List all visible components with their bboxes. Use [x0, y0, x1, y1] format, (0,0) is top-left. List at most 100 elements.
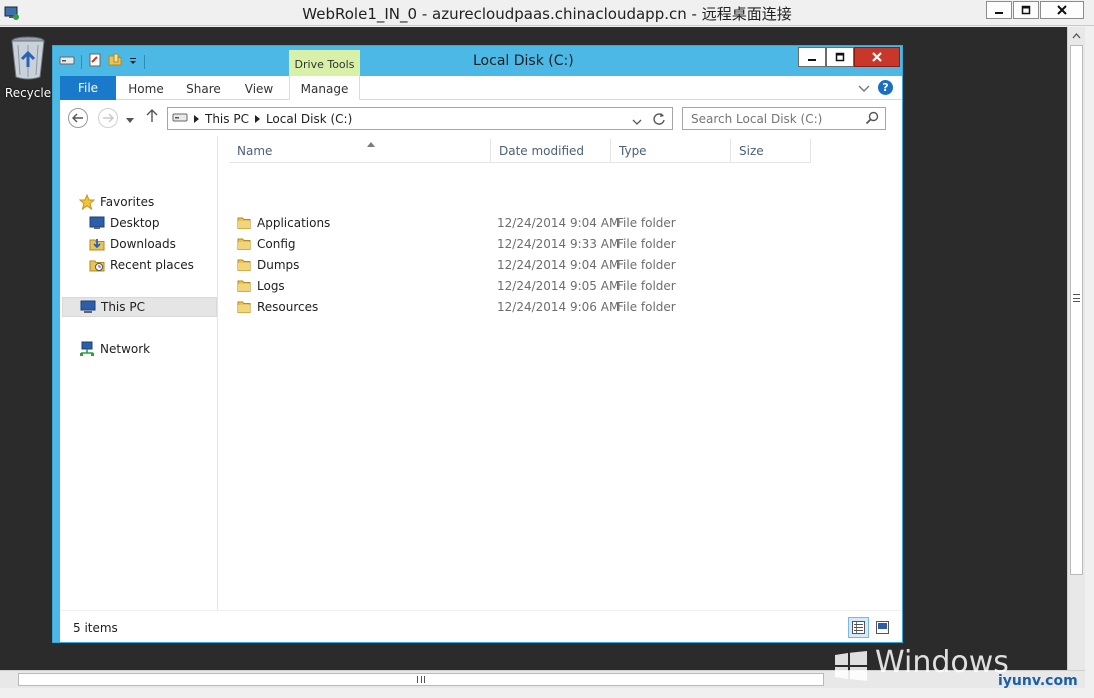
- nav-this-pc-label: This PC: [101, 300, 145, 314]
- breadcrumb-local-disk[interactable]: Local Disk (C:): [266, 112, 352, 126]
- nav-downloads-label: Downloads: [110, 237, 176, 251]
- explorer-titlebar[interactable]: Drive Tools Local Disk (C:): [53, 46, 902, 76]
- tab-share[interactable]: Share: [176, 76, 231, 100]
- rdp-minimize-button[interactable]: [986, 1, 1012, 19]
- nav-desktop[interactable]: Desktop: [88, 213, 160, 233]
- scroll-up-arrow-icon[interactable]: [1069, 29, 1084, 43]
- recycle-bin-icon: [11, 36, 45, 80]
- item-count: 5 items: [73, 621, 118, 635]
- customize-toolbar-icon[interactable]: [128, 55, 138, 69]
- file-name: Resources: [257, 300, 319, 314]
- windows-watermark-text: Windows: [875, 645, 1009, 680]
- nav-network[interactable]: Network: [78, 339, 150, 359]
- tab-manage[interactable]: Manage: [289, 76, 360, 100]
- nav-network-label: Network: [100, 342, 151, 356]
- rdp-window-title: WebRole1_IN_0 - azurecloudpaas.chinaclou…: [302, 5, 792, 23]
- rdp-close-button[interactable]: [1040, 1, 1084, 19]
- breadcrumb-this-pc[interactable]: This PC: [205, 112, 249, 126]
- favorites-star-icon: [78, 194, 96, 210]
- search-icon[interactable]: [865, 111, 879, 128]
- content-area: Favorites Desktop Downloads Recent place…: [60, 136, 902, 610]
- file-type: File folder: [617, 237, 676, 251]
- sort-ascending-icon: [367, 136, 375, 150]
- navigation-pane: Favorites Desktop Downloads Recent place…: [60, 136, 218, 610]
- recent-locations-chevron-icon[interactable]: [126, 113, 134, 127]
- navigation-bar: This PC Local Disk (C:): [60, 100, 902, 136]
- folder-icon: [237, 300, 251, 317]
- vertical-scrollbar[interactable]: [1067, 27, 1085, 670]
- maximize-button[interactable]: [826, 47, 854, 67]
- file-type: File folder: [617, 216, 676, 230]
- file-type: File folder: [617, 300, 676, 314]
- nav-recent-places[interactable]: Recent places: [88, 255, 194, 275]
- refresh-icon[interactable]: [652, 112, 666, 129]
- nav-favorites[interactable]: Favorites: [78, 192, 154, 212]
- file-name: Config: [257, 237, 296, 251]
- quick-access-toolbar: [59, 53, 145, 70]
- site-watermark: iyunv.com: [998, 673, 1078, 689]
- table-row[interactable]: Logs 12/24/2014 9:05 AM File folder: [229, 276, 869, 297]
- file-name: Applications: [257, 216, 331, 230]
- large-icons-view-button[interactable]: [872, 617, 893, 638]
- toolbar-divider: [81, 54, 82, 69]
- scroll-grip-icon: [417, 676, 425, 683]
- breadcrumb-arrow-icon[interactable]: [254, 112, 260, 126]
- tab-file[interactable]: File: [60, 76, 116, 100]
- tab-view[interactable]: View: [231, 76, 287, 100]
- folder-icon: [237, 258, 251, 275]
- recycle-bin-label: Recycle: [4, 86, 52, 100]
- help-icon[interactable]: ?: [878, 80, 893, 95]
- expand-ribbon-chevron-icon[interactable]: [858, 82, 870, 96]
- forward-arrow-icon: [103, 113, 114, 123]
- drive-tools-contextual-tab: Drive Tools: [289, 50, 360, 76]
- new-folder-icon[interactable]: [108, 53, 122, 70]
- breadcrumb-arrow-icon[interactable]: [194, 112, 199, 126]
- explorer-window: Drive Tools Local Disk (C:) File Home Sh…: [52, 45, 903, 643]
- rdp-titlebar: WebRole1_IN_0 - azurecloudpaas.chinaclou…: [0, 0, 1094, 26]
- nav-recent-places-label: Recent places: [110, 258, 194, 272]
- address-dropdown-chevron-icon[interactable]: [632, 115, 642, 129]
- scroll-grip-icon: [1073, 294, 1080, 302]
- recycle-bin[interactable]: Recycle: [4, 35, 52, 100]
- close-button[interactable]: [854, 47, 900, 67]
- back-arrow-icon: [72, 113, 83, 123]
- ribbon: File Home Share View Manage ?: [60, 76, 902, 100]
- up-arrow-icon[interactable]: [146, 109, 158, 126]
- properties-icon[interactable]: [88, 53, 102, 70]
- status-bar: 5 items: [60, 610, 902, 642]
- details-view-icon: [852, 621, 865, 634]
- column-header-type[interactable]: Type: [611, 139, 731, 163]
- table-row[interactable]: Resources 12/24/2014 9:06 AM File folder: [229, 297, 869, 318]
- back-button[interactable]: [68, 108, 88, 128]
- file-type: File folder: [617, 258, 676, 272]
- drive-icon: [172, 111, 188, 126]
- nav-desktop-label: Desktop: [110, 216, 160, 230]
- file-type: File folder: [617, 279, 676, 293]
- column-header-size[interactable]: Size: [731, 139, 811, 163]
- minimize-button[interactable]: [798, 47, 826, 67]
- nav-downloads[interactable]: Downloads: [88, 234, 176, 254]
- nav-this-pc[interactable]: This PC: [62, 297, 217, 317]
- folder-icon: [237, 237, 251, 254]
- table-row[interactable]: Dumps 12/24/2014 9:04 AM File folder: [229, 255, 869, 276]
- column-header-date-modified[interactable]: Date modified: [491, 139, 611, 163]
- file-date: 12/24/2014 9:06 AM: [497, 300, 620, 314]
- column-header-name-label: Name: [237, 144, 273, 158]
- file-date: 12/24/2014 9:33 AM: [497, 237, 620, 251]
- file-date: 12/24/2014 9:04 AM: [497, 258, 620, 272]
- downloads-icon: [88, 236, 106, 252]
- search-input[interactable]: [683, 108, 863, 129]
- tab-home[interactable]: Home: [116, 76, 176, 100]
- table-row[interactable]: Applications 12/24/2014 9:04 AM File fol…: [229, 213, 869, 234]
- table-row[interactable]: Config 12/24/2014 9:33 AM File folder: [229, 234, 869, 255]
- search-box: [682, 107, 886, 130]
- rdp-restore-button[interactable]: [1013, 1, 1039, 19]
- network-icon: [78, 341, 96, 357]
- windows-watermark: Windows iyunv.com: [830, 645, 1090, 695]
- details-view-button[interactable]: [848, 617, 869, 638]
- column-header-name[interactable]: Name: [229, 139, 491, 163]
- forward-button[interactable]: [98, 108, 118, 128]
- vertical-scroll-thumb[interactable]: [1070, 45, 1083, 575]
- address-bar[interactable]: This PC Local Disk (C:): [167, 107, 673, 130]
- folder-icon: [237, 279, 251, 296]
